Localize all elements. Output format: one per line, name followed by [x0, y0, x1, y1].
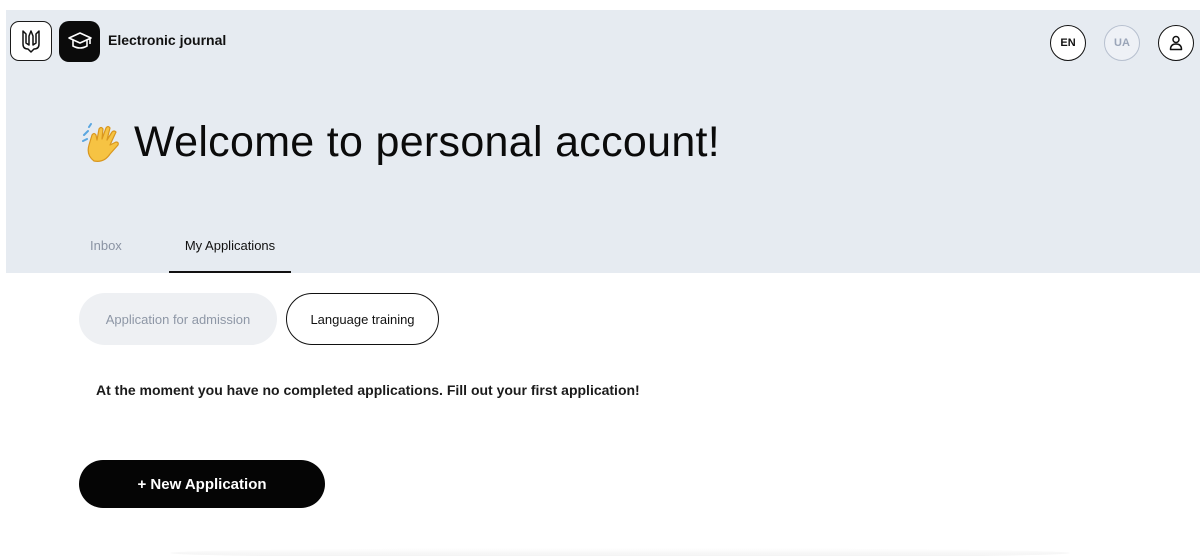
page-title: Welcome to personal account!: [134, 118, 721, 166]
filter-language-training[interactable]: Language training: [286, 293, 439, 345]
profile-button[interactable]: [1158, 25, 1194, 61]
language-ua-button[interactable]: UA: [1104, 25, 1140, 61]
header-banner: Electronic journal EN UA Welcome to pers…: [6, 10, 1200, 273]
waving-hand-icon: [82, 122, 119, 162]
divider: [170, 548, 1070, 556]
trident-icon[interactable]: [10, 21, 52, 61]
tab-inbox[interactable]: Inbox: [90, 228, 122, 273]
graduation-cap-icon[interactable]: [59, 21, 100, 62]
top-bar: Electronic journal EN UA: [6, 10, 1200, 72]
empty-state-message: At the moment you have no completed appl…: [96, 382, 640, 398]
page: Electronic journal EN UA Welcome to pers…: [0, 0, 1200, 556]
filter-application-for-admission[interactable]: Application for admission: [79, 293, 277, 345]
tab-my-applications[interactable]: My Applications: [169, 228, 291, 273]
new-application-button[interactable]: + New Application: [79, 460, 325, 508]
language-en-button[interactable]: EN: [1050, 25, 1086, 61]
welcome-heading: Welcome to personal account!: [80, 118, 720, 167]
user-icon: [1169, 35, 1183, 51]
app-title[interactable]: Electronic journal: [108, 32, 226, 48]
